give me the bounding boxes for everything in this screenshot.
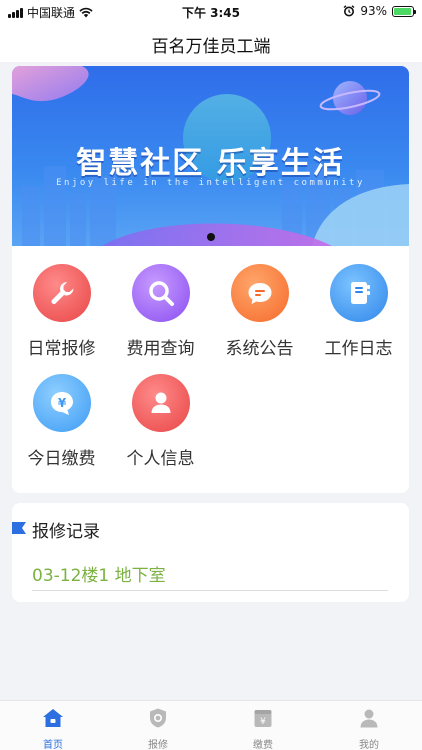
menu-today-payment[interactable]: ¥ 今日缴费 [12,374,111,469]
flag-icon [12,522,26,534]
menu-label: 今日缴费 [27,449,96,469]
carousel-indicator [207,233,215,241]
wrench-icon [32,264,91,322]
tab-payment[interactable]: ¥ 缴费 [233,707,293,750]
records-title: 报修记录 [32,522,100,542]
bottom-tab-bar: 首页 报修 ¥ 缴费 我的 [0,700,422,750]
battery-percent: 93% [360,4,387,18]
menu-label: 系统公告 [225,339,294,359]
search-icon [131,264,190,322]
menu-fee-query[interactable]: 费用查询 [111,264,210,359]
user-icon [360,709,378,728]
banner-subtitle: Enjoy life in the intelligent community [56,178,365,188]
menu-personal-info[interactable]: 个人信息 [111,374,210,469]
divider [32,590,388,591]
chat-bubble-icon [230,264,289,322]
tab-mine[interactable]: 我的 [339,707,399,750]
menu-label: 日常报修 [27,339,96,359]
notebook-icon [329,264,388,322]
alarm-icon [343,5,355,17]
home-icon [43,709,63,727]
yen-bubble-icon: ¥ [32,374,91,432]
person-icon [131,374,190,432]
banner-carousel[interactable]: 智慧社区 乐享生活 Enjoy life in the intelligent … [12,66,409,246]
repair-records-card: 报修记录 03-12楼1 地下室 [12,503,409,602]
main-card: 智慧社区 乐享生活 Enjoy life in the intelligent … [12,66,409,493]
tab-label: 缴费 [253,740,273,750]
menu-label: 工作日志 [324,339,393,359]
menu-label: 个人信息 [126,449,195,469]
record-item[interactable]: 03-12楼1 地下室 [32,561,388,586]
status-bar: 中国联通 下午 3:45 93% [0,0,422,22]
repair-shield-icon [150,708,166,728]
battery-icon [392,5,416,17]
banner-headline: 智慧社区 乐享生活 [76,146,345,181]
menu-system-notice[interactable]: 系统公告 [210,264,309,359]
nav-header: 百名万佳员工端 [0,22,422,62]
menu-work-log[interactable]: 工作日志 [309,264,408,359]
tab-repair[interactable]: 报修 [128,707,188,750]
svg-text:¥: ¥ [260,717,266,727]
status-right: 93% [343,4,416,18]
svg-text:¥: ¥ [57,396,66,410]
page-title: 百名万佳员工端 [151,37,271,57]
tab-label: 报修 [148,740,168,750]
tab-home[interactable]: 首页 [23,707,83,750]
tab-label: 我的 [359,740,379,750]
menu-label: 费用查询 [126,339,195,359]
tab-label: 首页 [43,740,63,750]
menu-daily-repair[interactable]: 日常报修 [12,264,111,359]
wallet-icon: ¥ [254,710,272,727]
